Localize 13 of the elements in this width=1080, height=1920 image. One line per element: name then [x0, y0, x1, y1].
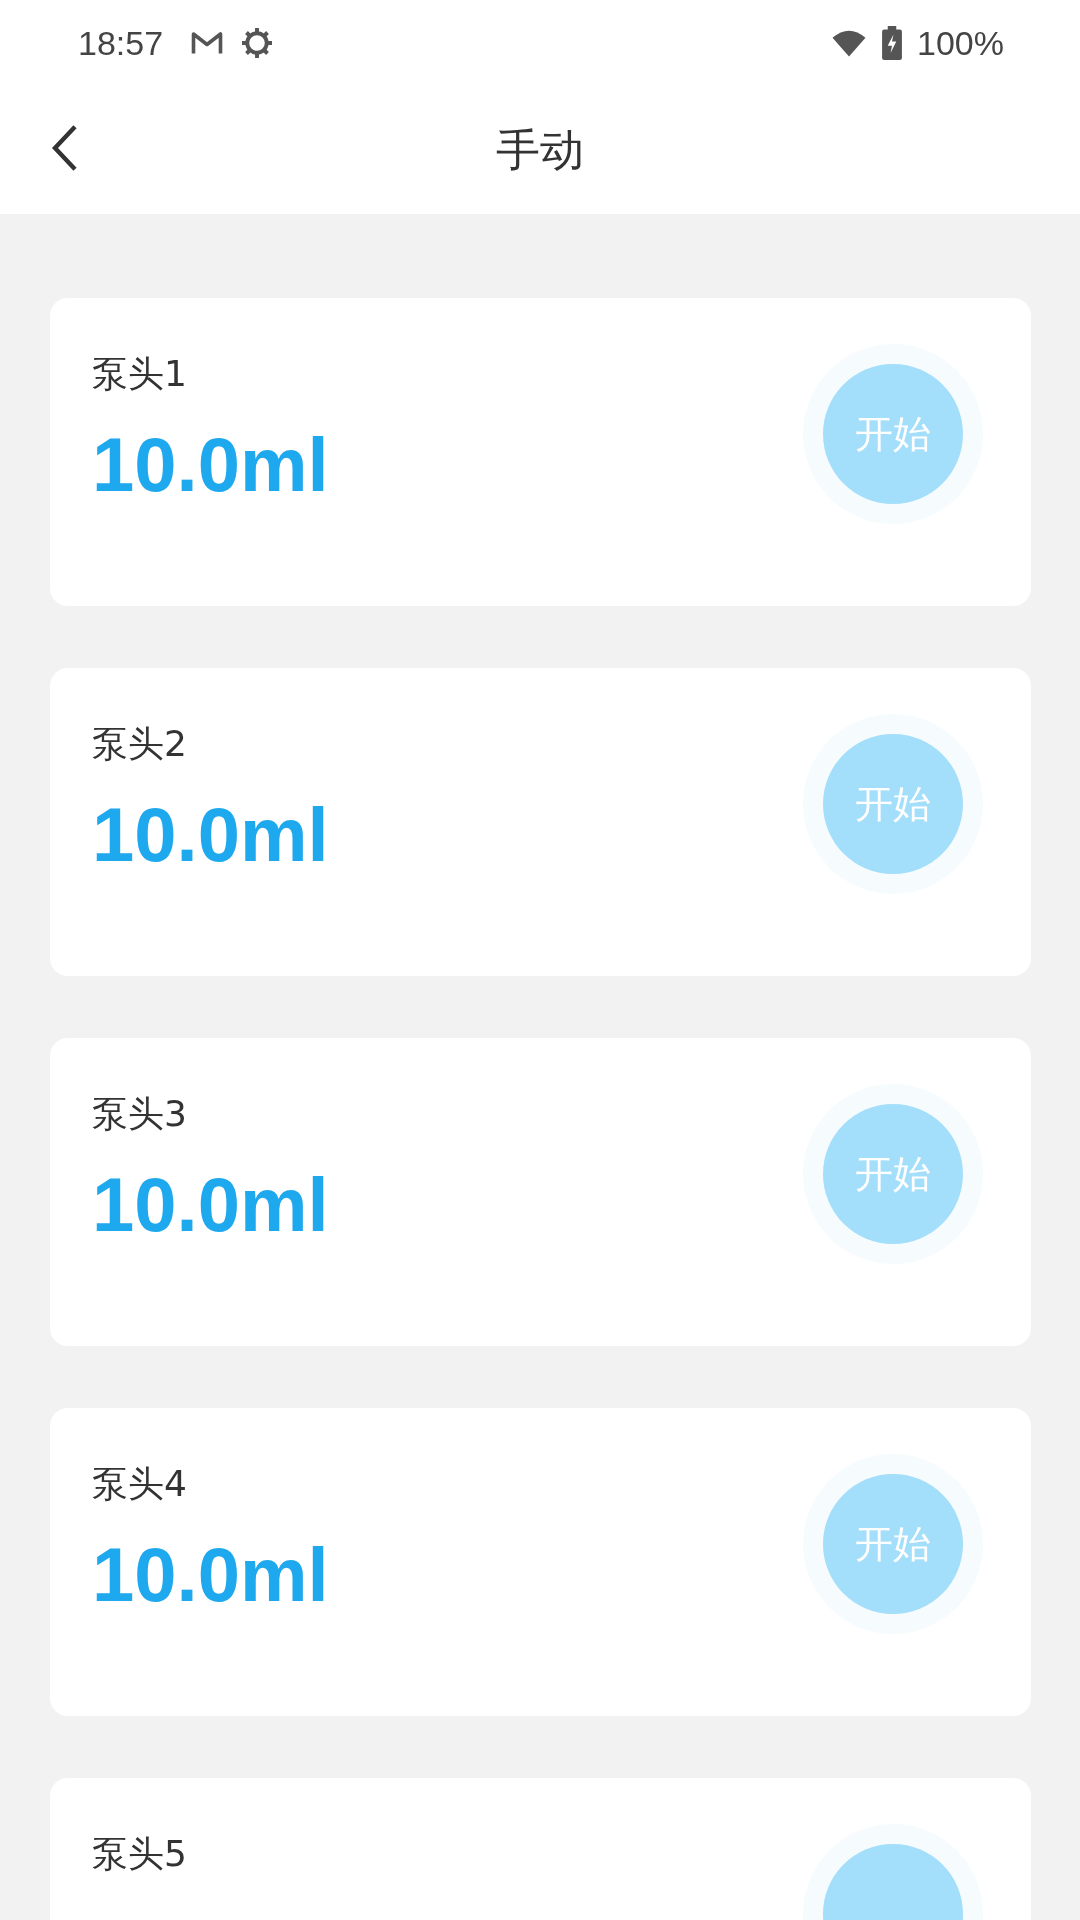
pump-volume: 10.0ml [92, 1161, 329, 1248]
status-time: 18:57 [78, 23, 164, 63]
battery-level: 100% [917, 23, 1004, 63]
pump-volume: 10.0ml [92, 1531, 329, 1618]
page-title: 手动 [496, 122, 584, 177]
pump-name: 泵头4 [92, 1462, 188, 1506]
battery-icon [881, 26, 904, 60]
pump-name: 泵头1 [92, 352, 188, 396]
pump-name: 泵头5 [92, 1832, 187, 1876]
pump-name: 泵头2 [92, 722, 188, 766]
pump-name: 泵头3 [92, 1092, 188, 1136]
pump-volume: 10.0ml [92, 421, 329, 508]
pump-volume: 10.0ml [92, 791, 329, 878]
